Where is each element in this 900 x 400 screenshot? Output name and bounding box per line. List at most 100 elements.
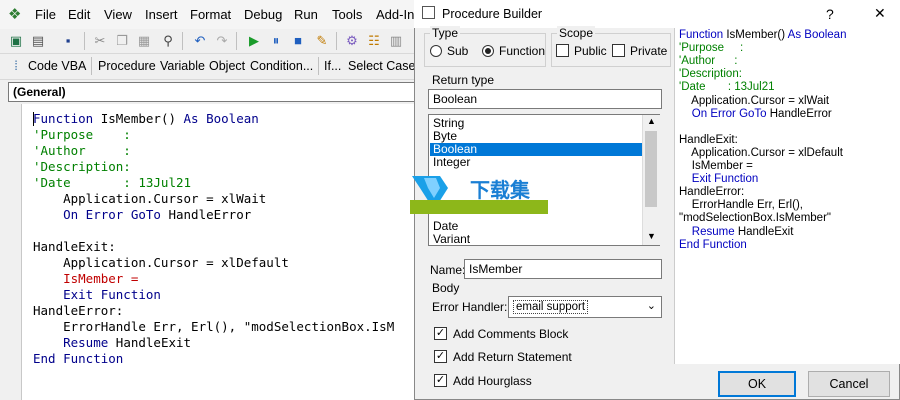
cancel-button[interactable]: Cancel — [808, 371, 890, 397]
add-hourglass-checkbox[interactable]: ✓ — [434, 374, 447, 387]
add-return-label[interactable]: Add Return Statement — [453, 350, 572, 364]
preview-token: End Function — [679, 238, 747, 251]
variable-button[interactable]: Variable — [160, 59, 205, 73]
preview-line: Function IsMember() As Boolean — [679, 29, 846, 41]
type-function-label[interactable]: Function — [499, 44, 545, 58]
menu-edit[interactable]: Edit — [68, 7, 90, 22]
return-type-option[interactable]: Boolean — [430, 142, 645, 156]
preview-token: HandleExit — [737, 225, 794, 238]
scope-public-checkbox[interactable] — [556, 44, 569, 57]
menu-add-ins[interactable]: Add-In — [376, 7, 414, 22]
add-return-checkbox[interactable]: ✓ — [434, 350, 447, 363]
code-token: On Error GoTo — [33, 207, 169, 222]
reset-icon[interactable]: ■ — [290, 33, 306, 49]
code-line: Application.Cursor = xlDefault — [33, 255, 289, 270]
add-comments-checkbox[interactable]: ✓ — [434, 327, 447, 340]
help-button[interactable]: ? — [826, 6, 834, 22]
code-token: Resume — [33, 335, 116, 350]
add-comments-label[interactable]: Add Comments Block — [453, 327, 568, 341]
preview-token: HandleError: — [679, 186, 745, 199]
vbe-app-icon[interactable]: ❖ — [8, 5, 21, 23]
code-line: End Function — [33, 351, 123, 366]
code-token: End Function — [33, 351, 124, 366]
code-vba-icon[interactable]: ⁞ — [8, 58, 24, 74]
code-token: Function — [33, 111, 101, 126]
scroll-thumb[interactable] — [645, 131, 657, 207]
code-token: 'Date : 13Jul21 — [33, 175, 192, 190]
code-line: IsMember = — [33, 271, 138, 286]
menu-insert[interactable]: Insert — [145, 7, 178, 22]
properties-icon[interactable]: ☷ — [366, 33, 382, 49]
project-explorer-icon[interactable]: ⚙ — [344, 33, 360, 49]
code-line: 'Purpose : — [33, 127, 131, 142]
menu-file[interactable]: File — [35, 7, 56, 22]
type-group-label: Type — [430, 26, 461, 40]
scope-private-label[interactable]: Private — [630, 44, 667, 58]
undo-icon[interactable]: ↶ — [192, 33, 208, 49]
scroll-down-icon[interactable]: ▼ — [647, 231, 656, 241]
object-button[interactable]: Object — [209, 59, 245, 73]
return-type-option[interactable]: Integer — [433, 155, 470, 169]
type-function-radio[interactable] — [482, 45, 494, 57]
preview-line: Application.Cursor = xlDefault — [679, 147, 843, 159]
scope-public-label[interactable]: Public — [574, 44, 607, 58]
condition-button[interactable]: Condition... — [250, 59, 313, 73]
preview-line: End Function — [679, 239, 747, 251]
preview-line: Resume HandleExit — [679, 225, 794, 238]
close-icon[interactable]: ✕ — [874, 5, 886, 22]
type-sub-label[interactable]: Sub — [447, 44, 468, 58]
standard-toolbar: ▣ ▤ ▪ ✂ ❐ ▦ ⚲ ↶ ↷ ▶ ⏸ ■ ✎ ⚙ ☷ ▥ — [0, 29, 418, 54]
code-token: As Boolean — [183, 111, 259, 126]
watermark-text: 下载集 — [470, 178, 530, 202]
preview-token: Application.Cursor = xlDefault — [679, 146, 843, 159]
code-preview-pane: Function IsMember() As Boolean 'Purpose :… — [674, 28, 900, 364]
scope-private-checkbox[interactable] — [612, 44, 625, 57]
margin-indicator-bar[interactable] — [8, 104, 22, 400]
paste-icon[interactable]: ▦ — [136, 33, 152, 49]
code-token: 'Description: — [33, 159, 131, 174]
procedure-button[interactable]: Procedure — [98, 59, 156, 73]
menu-run[interactable]: Run — [294, 7, 318, 22]
object-browser-icon[interactable]: ▥ — [388, 33, 404, 49]
error-handler-select[interactable]: email support ⌄ — [508, 296, 662, 318]
code-token: Application.Cursor = xlWait — [33, 191, 267, 206]
design-mode-icon[interactable]: ✎ — [314, 33, 330, 49]
preview-line: 'Author : — [679, 55, 737, 67]
return-type-option[interactable]: Variant — [433, 233, 470, 245]
run-icon[interactable]: ▶ — [246, 33, 262, 49]
preview-line: 'Description: — [679, 68, 742, 80]
type-sub-radio[interactable] — [430, 45, 442, 57]
code-vba-button[interactable]: Code VBA — [28, 59, 86, 73]
excel-icon[interactable]: ▣ — [8, 33, 24, 49]
code-token: HandleExit: — [33, 239, 116, 254]
preview-token: HandleError — [769, 107, 832, 120]
add-hourglass-label[interactable]: Add Hourglass — [453, 374, 532, 388]
find-icon[interactable]: ⚲ — [160, 33, 176, 49]
chevron-down-icon[interactable]: ⌄ — [647, 299, 656, 312]
preview-line: HandleError: — [679, 186, 744, 198]
code-token: IsMember() — [100, 111, 184, 126]
code-line: Application.Cursor = xlWait — [33, 191, 266, 206]
scroll-up-icon[interactable]: ▲ — [647, 116, 656, 126]
body-label: Body — [432, 281, 460, 295]
object-combo[interactable]: (General) — [8, 82, 418, 102]
break-icon[interactable]: ⏸ — [268, 33, 284, 49]
copy-icon[interactable]: ❐ — [114, 33, 130, 49]
preview-token: 'Description: — [679, 68, 742, 81]
ok-button[interactable]: OK — [718, 371, 796, 397]
menu-view[interactable]: View — [104, 7, 132, 22]
redo-icon[interactable]: ↷ — [214, 33, 230, 49]
if-button[interactable]: If... — [324, 59, 341, 73]
return-type-option[interactable]: Byte — [433, 129, 457, 143]
menu-tools[interactable]: Tools — [332, 7, 362, 22]
cut-icon[interactable]: ✂ — [92, 33, 108, 49]
return-type-input[interactable]: Boolean — [428, 89, 662, 109]
save-icon[interactable]: ▪ — [60, 33, 76, 49]
menu-format[interactable]: Format — [190, 7, 231, 22]
error-handler-label: Error Handler: — [432, 300, 508, 314]
name-input[interactable]: IsMember — [464, 259, 662, 279]
menu-debug[interactable]: Debug — [244, 7, 282, 22]
insert-module-icon[interactable]: ▤ — [30, 33, 46, 49]
preview-token: Resume — [679, 225, 738, 238]
return-type-scrollbar[interactable]: ▲ ▼ — [642, 115, 660, 245]
